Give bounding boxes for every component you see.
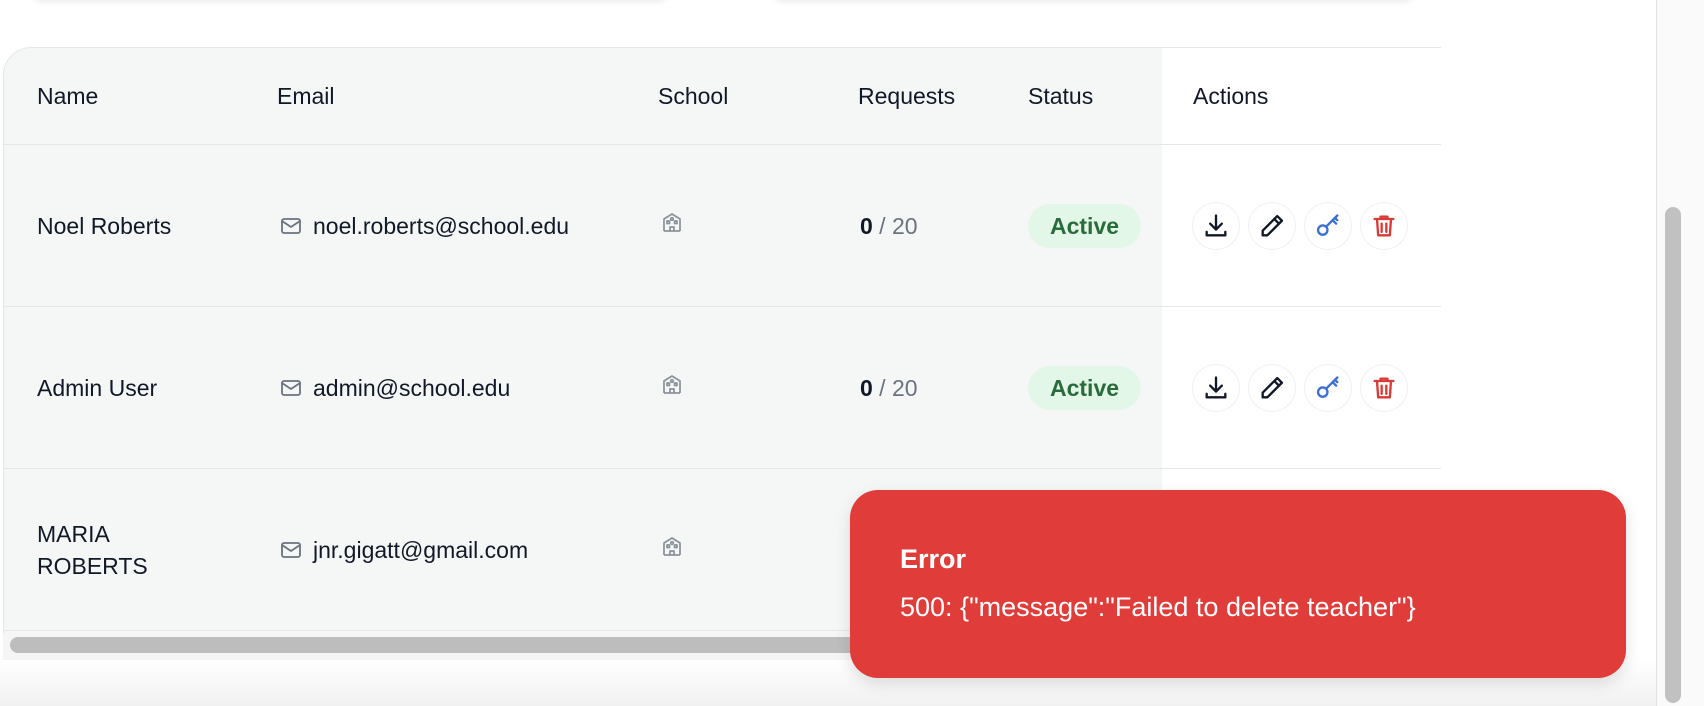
teacher-email: admin@school.edu bbox=[279, 372, 510, 404]
mail-icon bbox=[281, 542, 301, 558]
key-button[interactable] bbox=[1305, 365, 1351, 411]
requests-used: 0 bbox=[860, 375, 873, 401]
school-building-icon bbox=[663, 213, 681, 232]
requests-limit: / 20 bbox=[872, 213, 918, 239]
edit-button[interactable] bbox=[1249, 203, 1295, 249]
requests-used: 0 bbox=[860, 213, 873, 239]
key-icon bbox=[1316, 214, 1339, 236]
pencil-icon bbox=[1261, 376, 1284, 399]
edit-button[interactable] bbox=[1249, 365, 1295, 411]
header-email: Email bbox=[277, 83, 335, 109]
teacher-name: Noel Roberts bbox=[37, 213, 172, 239]
teacher-requests: 0 / 20 bbox=[860, 210, 918, 242]
header-actions: Actions bbox=[1193, 83, 1269, 109]
delete-button[interactable] bbox=[1361, 203, 1407, 249]
teacher-email-text: jnr.gigatt@gmail.com bbox=[313, 537, 529, 563]
download-button[interactable] bbox=[1193, 203, 1239, 249]
status-badge: Active bbox=[1028, 366, 1142, 410]
header-name: Name bbox=[37, 83, 99, 109]
page: Name Email School Requests Status Action… bbox=[0, 0, 1704, 706]
header-requests: Requests bbox=[858, 83, 956, 109]
teacher-name: Admin User bbox=[37, 375, 158, 401]
school-building-icon bbox=[663, 537, 681, 556]
divider bbox=[4, 144, 1441, 145]
teacher-requests: 0 / 20 bbox=[860, 372, 918, 404]
mail-icon bbox=[281, 218, 301, 234]
download-icon bbox=[1205, 376, 1227, 399]
error-toast[interactable]: Error 500: {"message":"Failed to delete … bbox=[850, 490, 1626, 678]
divider bbox=[4, 468, 1441, 469]
school-building-icon bbox=[663, 375, 681, 394]
vertical-scrollbar-thumb[interactable] bbox=[1665, 207, 1681, 703]
teacher-name-line: ROBERTS bbox=[37, 553, 148, 579]
teacher-email-text: admin@school.edu bbox=[313, 375, 511, 401]
delete-button[interactable] bbox=[1361, 365, 1407, 411]
header-status: Status bbox=[1028, 83, 1094, 109]
divider bbox=[4, 306, 1441, 307]
teacher-email-text: noel.roberts@school.edu bbox=[313, 213, 570, 239]
key-button[interactable] bbox=[1305, 203, 1351, 249]
teacher-school bbox=[660, 210, 684, 242]
download-icon bbox=[1205, 214, 1227, 237]
header-school: School bbox=[658, 83, 729, 109]
teacher-name: MARIA ROBERTS bbox=[37, 518, 148, 582]
trash-icon bbox=[1373, 377, 1395, 399]
teacher-name-line: MARIA bbox=[37, 521, 110, 547]
mail-icon bbox=[281, 380, 301, 396]
teacher-email: noel.roberts@school.edu bbox=[279, 210, 569, 242]
toast-title: Error bbox=[900, 544, 967, 574]
teacher-school bbox=[660, 372, 684, 404]
teacher-school bbox=[660, 534, 684, 566]
requests-limit: / 20 bbox=[872, 375, 918, 401]
status-badge: Active bbox=[1028, 204, 1142, 248]
pencil-icon bbox=[1261, 214, 1284, 237]
toast-message: 500: {"message":"Failed to delete teache… bbox=[900, 592, 1416, 622]
teacher-email: jnr.gigatt@gmail.com bbox=[279, 534, 528, 566]
trash-icon bbox=[1373, 215, 1395, 237]
download-button[interactable] bbox=[1193, 365, 1239, 411]
key-icon bbox=[1316, 376, 1339, 398]
